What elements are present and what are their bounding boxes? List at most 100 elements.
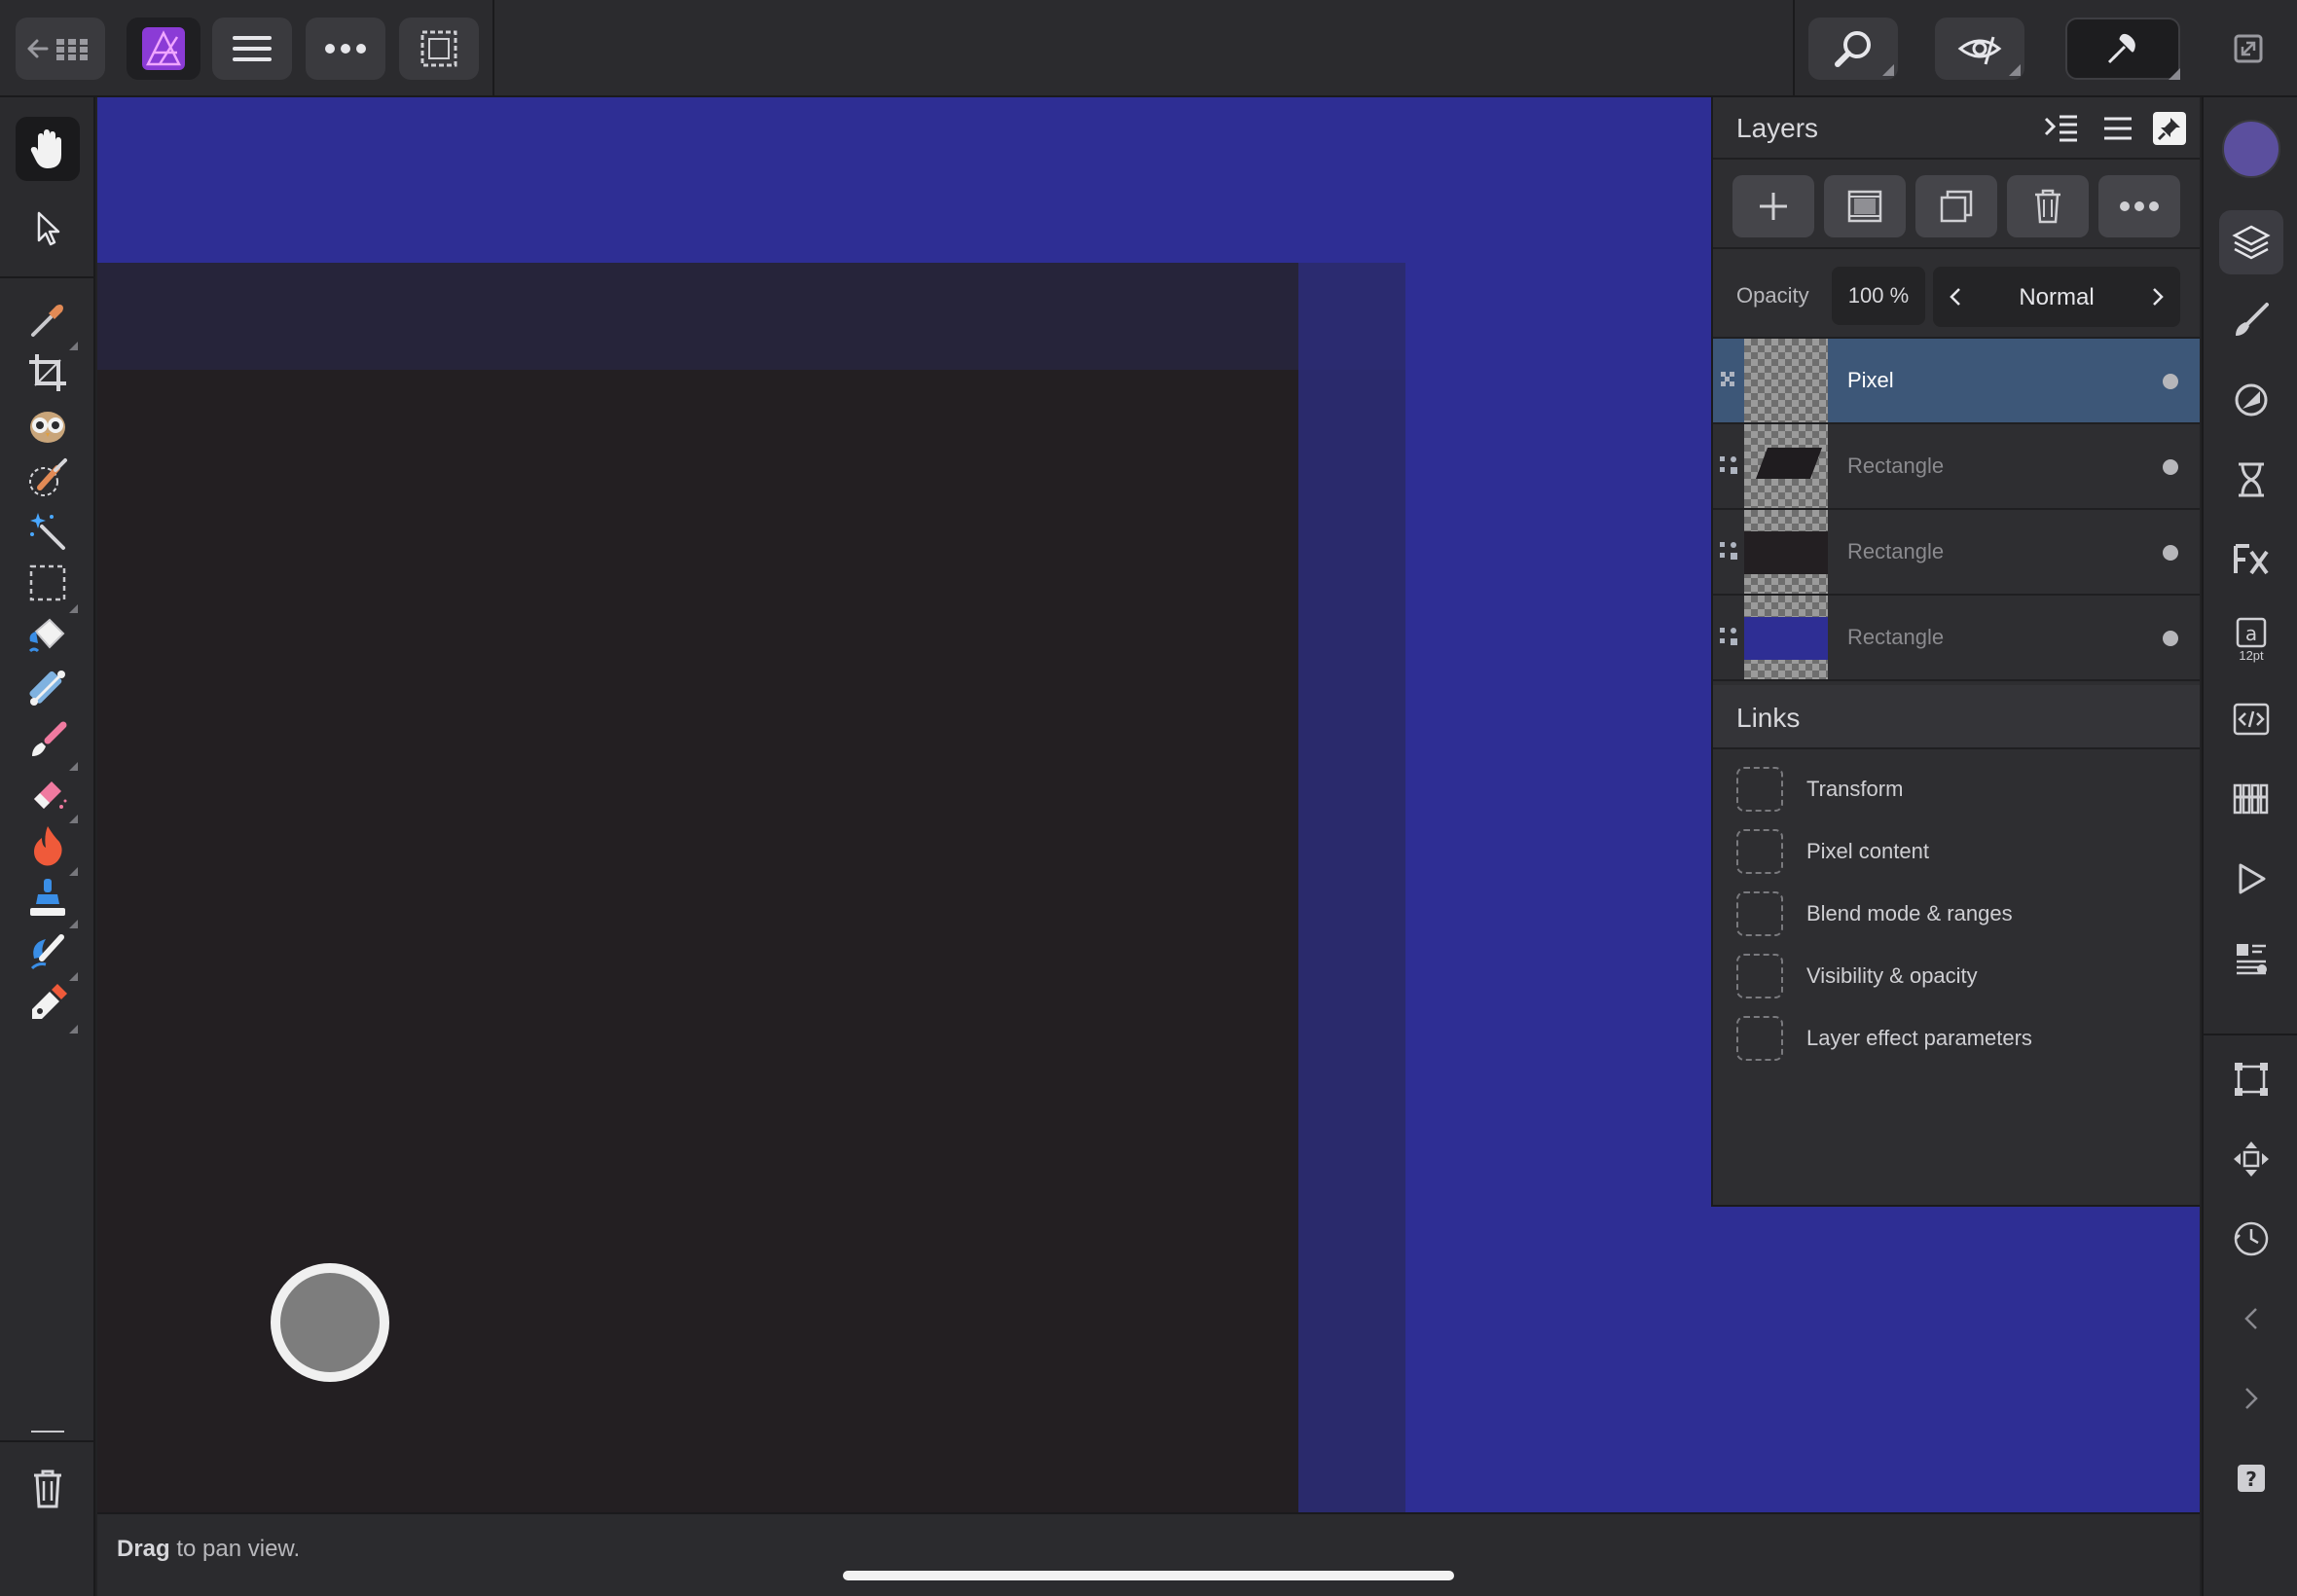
visibility-dot-icon[interactable] (2163, 374, 2178, 389)
toolbar-divider (1793, 0, 1795, 97)
visibility-dot-icon[interactable] (2163, 459, 2178, 475)
chevron-right-icon (2153, 288, 2164, 306)
pen-tool[interactable] (16, 971, 80, 1035)
chevron-left-icon (2244, 1308, 2257, 1329)
studio-prev-button[interactable] (2219, 1287, 2283, 1351)
blend-mode-selector[interactable]: Normal (1933, 267, 2180, 327)
color-studio-button[interactable] (2219, 117, 2283, 181)
opacity-label: Opacity (1736, 283, 1809, 308)
brushes-icon (2236, 303, 2269, 336)
visibility-dot-icon[interactable] (2163, 545, 2178, 561)
fullscreen-icon (2234, 34, 2263, 63)
layer-row-rectangle[interactable]: Rectangle (1713, 424, 2200, 510)
studio-next-button[interactable] (2219, 1366, 2283, 1431)
link-label: Pixel content (1806, 839, 1929, 863)
duplicate-layer-button[interactable] (1915, 175, 1997, 237)
menu-button[interactable] (212, 18, 292, 80)
hourglass-icon (2239, 462, 2264, 497)
gradient-icon (29, 671, 65, 706)
snapping-icon (2107, 33, 2135, 64)
navigator-studio-button[interactable] (2219, 687, 2283, 751)
home-indicator[interactable] (843, 1571, 1454, 1580)
help-icon: ? (2238, 1465, 2265, 1492)
visibility-dot-icon[interactable] (2163, 631, 2178, 646)
adjustments-studio-button[interactable] (2219, 368, 2283, 432)
link-checkbox[interactable] (1736, 1016, 1783, 1061)
filters-studio-button[interactable] (2219, 448, 2283, 512)
history-icon (2234, 1221, 2269, 1256)
stock-studio-button[interactable] (2219, 926, 2283, 991)
zoom-button[interactable] (1808, 18, 1898, 80)
add-layer-button[interactable] (1732, 175, 1814, 237)
help-button[interactable]: ? (2219, 1446, 2283, 1510)
layers-menu-button[interactable] (2098, 109, 2137, 148)
channels-icon (2233, 783, 2269, 815)
mask-icon (1847, 190, 1882, 223)
delete-button[interactable] (16, 1456, 80, 1520)
status-bar: Drag to pan view. (97, 1512, 2200, 1596)
layer-more-button[interactable] (2098, 175, 2180, 237)
hand-tool-puck[interactable] (271, 1263, 389, 1382)
layer-name: Rectangle (1847, 625, 1945, 649)
history-studio-button[interactable] (2219, 1207, 2283, 1271)
link-row-pixel-content[interactable]: Pixel content (1713, 819, 2200, 882)
fullscreen-button[interactable] (2219, 18, 2278, 80)
more-button[interactable] (306, 18, 385, 80)
blend-mode-prev-button[interactable] (1933, 267, 1978, 327)
opacity-field[interactable]: 100 % (1832, 267, 1925, 325)
link-row-blend-mode[interactable]: Blend mode & ranges (1713, 882, 2200, 944)
hand-tool[interactable] (16, 117, 80, 181)
status-hint-action: Drag (117, 1536, 170, 1562)
delete-layer-button[interactable] (2007, 175, 2089, 237)
link-row-visibility[interactable]: Visibility & opacity (1713, 944, 2200, 1006)
more-icon (2120, 201, 2159, 211)
shape-layer-type-icon (1720, 456, 1737, 474)
history-play-studio-button[interactable] (2219, 847, 2283, 911)
link-checkbox[interactable] (1736, 829, 1783, 874)
transform-studio-button[interactable] (2219, 1047, 2283, 1111)
blend-mode-next-button[interactable] (2135, 267, 2180, 327)
link-row-transform[interactable]: Transform (1713, 757, 2200, 819)
layer-row-rectangle[interactable]: Rectangle (1713, 596, 2200, 681)
link-checkbox[interactable] (1736, 891, 1783, 936)
adjustments-icon (2235, 383, 2268, 417)
rectangle-thumbnail-shape (1756, 448, 1822, 479)
smudge-icon (30, 934, 64, 970)
layers-studio-button[interactable] (2219, 210, 2283, 274)
layers-pin-button[interactable] (2153, 112, 2186, 145)
view-quality-button[interactable] (1935, 18, 2024, 80)
app-logo-button[interactable] (127, 18, 201, 80)
channels-studio-button[interactable] (2219, 767, 2283, 831)
layer-name: Pixel (1847, 368, 1894, 392)
move-snap-studio-button[interactable] (2219, 1127, 2283, 1191)
text-styles-studio-button[interactable]: a 12pt (2219, 607, 2283, 671)
link-checkbox[interactable] (1736, 767, 1783, 812)
layer-thumbnail (1744, 510, 1828, 594)
back-to-gallery-button[interactable] (16, 18, 105, 80)
top-toolbar (0, 0, 2297, 97)
layers-panel: Layers Opacity 100 % Normal Pixel Rectan… (1711, 97, 2200, 1207)
layer-row-pixel[interactable]: Pixel (1713, 339, 2200, 424)
fx-studio-button[interactable] (2219, 527, 2283, 592)
delete-icon (34, 1469, 61, 1508)
layer-row-rectangle[interactable]: Rectangle (1713, 510, 2200, 596)
link-label: Layer effect parameters (1806, 1026, 2032, 1050)
selection-button[interactable] (399, 18, 479, 80)
zoom-icon (1835, 31, 1871, 67)
view-quality-icon (1957, 36, 2002, 65)
layers-collapse-button[interactable] (2042, 109, 2081, 148)
move-tool[interactable] (16, 197, 80, 261)
add-mask-button[interactable] (1824, 175, 1906, 237)
svg-text:?: ? (2245, 1468, 2257, 1491)
selection-icon (420, 30, 457, 67)
link-checkbox[interactable] (1736, 954, 1783, 998)
brushes-studio-button[interactable] (2219, 288, 2283, 352)
toolbar-divider (492, 0, 494, 97)
link-row-layer-effects[interactable]: Layer effect parameters (1713, 1006, 2200, 1069)
links-section-header: Links (1713, 685, 2200, 749)
play-icon (2239, 863, 2266, 894)
snapping-button[interactable] (2065, 18, 2180, 80)
pixel-layer-type-icon (1721, 372, 1734, 386)
flood-fill-icon (28, 618, 65, 653)
layer-thumbnail (1744, 596, 1828, 679)
